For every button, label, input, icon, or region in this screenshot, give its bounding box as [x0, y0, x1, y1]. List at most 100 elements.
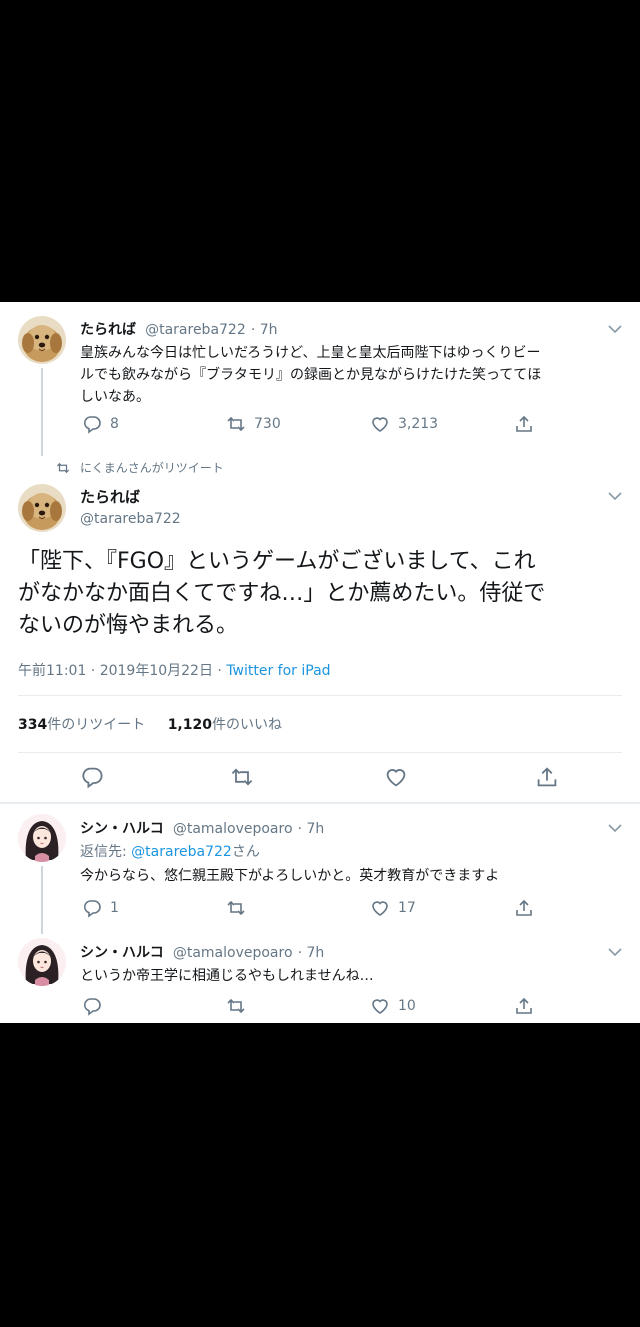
time-separator: · — [297, 821, 307, 837]
divider — [18, 752, 622, 753]
reply-icon — [83, 900, 101, 918]
heart-icon — [372, 417, 388, 432]
share-button[interactable] — [514, 996, 534, 1016]
author-handle[interactable]: @tamalovepoaro — [173, 821, 293, 837]
reply-button[interactable] — [82, 996, 110, 1016]
retweet-button[interactable]: 730 — [226, 414, 281, 434]
reply-button[interactable]: 1 — [82, 898, 119, 918]
reply-to-suffix: さん — [231, 844, 260, 860]
reply1-header: シン・ハルコ @tamalovepoaro · 7h — [80, 818, 324, 838]
tweet-metadata: 午前11:01 · 2019年10月22日 · Twitter for iPad — [18, 660, 331, 680]
author-name[interactable]: たられば — [80, 322, 136, 338]
tweet-text-line: 皇族みんな今日は忙しいだろうけど、上皇と皇太后両陛下はゆっくりビー — [80, 345, 541, 361]
reply2-header: シン・ハルコ @tamalovepoaro · 7h — [80, 942, 324, 962]
tweet-text-line: しいなあ。 — [80, 389, 150, 405]
share-icon — [516, 415, 532, 432]
dog-avatar-icon — [18, 316, 66, 364]
retweet-total: 334 — [18, 717, 48, 733]
tweet-time[interactable]: 7h — [307, 945, 325, 961]
retweet-stat-label: 件のリツイート — [47, 717, 146, 733]
like-total: 1,120 — [167, 717, 212, 733]
like-count: 17 — [398, 900, 416, 916]
retweet-stat[interactable]: 334件のリツイート — [18, 717, 145, 733]
reply1-text: 今からなら、悠仁親王殿下がよろしいかと。英才教育ができますよ — [80, 868, 500, 884]
retweet-button[interactable] — [226, 898, 254, 918]
dog-avatar-icon — [18, 484, 66, 532]
reply-button[interactable]: 8 — [82, 414, 119, 434]
tweet-text-line: ないのが悔やまれる。 — [18, 613, 239, 638]
chevron-down-icon[interactable] — [608, 324, 622, 334]
anime-girl-avatar-icon — [18, 814, 66, 862]
reply-icon — [82, 767, 103, 789]
author-name[interactable]: シン・ハルコ — [80, 945, 164, 961]
reply-icon — [83, 998, 101, 1016]
reply-to-line: 返信先: @tarareba722さん — [80, 841, 260, 861]
retweet-icon — [227, 416, 245, 432]
tweet-text-line: がなかなか面白くてですね…」とか薦めたい。侍従で — [18, 581, 546, 606]
avatar-dog[interactable] — [18, 484, 66, 532]
main-tweet-header: たられば @tarareba722 — [80, 486, 181, 527]
heart-icon — [372, 901, 388, 916]
chevron-down-icon[interactable] — [608, 491, 622, 501]
retweet-context-text[interactable]: にくまんさんがリツイート — [80, 459, 224, 476]
anime-girl-avatar-icon — [18, 938, 66, 986]
heart-icon — [372, 999, 388, 1014]
main-tweet-text: 「陛下、『FGO』というゲームがございまして、これ がなかなか面白くてですね…」… — [18, 546, 622, 642]
share-button[interactable] — [535, 765, 559, 789]
share-button[interactable] — [514, 414, 534, 434]
divider — [18, 695, 622, 696]
author-handle[interactable]: @tamalovepoaro — [173, 945, 293, 961]
share-button[interactable] — [514, 898, 534, 918]
reply-to-prefix: 返信先: — [80, 844, 132, 860]
retweet-small-icon — [56, 462, 70, 473]
reply-button[interactable] — [80, 765, 104, 789]
retweet-icon — [231, 768, 253, 786]
like-button[interactable] — [384, 765, 408, 789]
tweet1-header: たられば @tarareba722 · 7h — [80, 319, 278, 339]
share-icon — [516, 899, 532, 916]
like-count: 10 — [398, 998, 416, 1014]
heart-icon — [386, 769, 406, 787]
time-separator: · — [250, 322, 260, 338]
avatar-dog[interactable] — [18, 316, 66, 364]
like-stat-label: 件のいいね — [211, 717, 282, 733]
tweet-time[interactable]: 7h — [260, 322, 278, 338]
thread-line — [41, 368, 43, 456]
share-icon — [537, 767, 557, 787]
like-button[interactable]: 10 — [370, 996, 416, 1016]
author-handle[interactable]: @tarareba722 — [145, 322, 246, 338]
retweet-button[interactable] — [230, 765, 254, 789]
reply2-text: というか帝王学に相通じるやもしれませんね… — [80, 968, 374, 984]
share-icon — [516, 997, 532, 1014]
timestamp[interactable]: 午前11:01 · 2019年10月22日 · — [18, 663, 226, 679]
reply-count: 8 — [110, 416, 119, 432]
time-separator: · — [297, 945, 307, 961]
chevron-down-icon[interactable] — [608, 823, 622, 833]
chevron-down-icon[interactable] — [608, 947, 622, 957]
thread-line — [41, 866, 43, 934]
avatar-anime[interactable] — [18, 814, 66, 862]
reply-count: 1 — [110, 900, 119, 916]
tweet-thread-panel: たられば @tarareba722 · 7h 皇族みんな今日は忙しいだろうけど、… — [0, 302, 640, 1023]
reply-to-handle[interactable]: @tarareba722 — [131, 844, 232, 860]
like-button[interactable]: 3,213 — [370, 414, 438, 434]
author-name[interactable]: たられば — [80, 486, 181, 507]
tweet1-text: 皇族みんな今日は忙しいだろうけど、上皇と皇太后両陛下はゆっくりビー ルでも飲みな… — [80, 342, 610, 408]
tweet-time[interactable]: 7h — [307, 821, 325, 837]
retweet-context: にくまんさんがリツイート — [56, 459, 224, 476]
like-stat[interactable]: 1,120件のいいね — [168, 717, 282, 733]
tweet-text-line: ルでも飲みながら『ブラタモリ』の録画とか見ながらけたけた笑っててほ — [80, 367, 542, 383]
section-divider — [0, 802, 640, 804]
source-link[interactable]: Twitter for iPad — [226, 663, 330, 679]
author-name[interactable]: シン・ハルコ — [80, 821, 164, 837]
retweet-count: 730 — [254, 416, 281, 432]
reply-icon — [83, 416, 101, 434]
avatar-anime[interactable] — [18, 938, 66, 986]
retweet-icon — [227, 900, 245, 916]
like-count: 3,213 — [398, 416, 439, 432]
retweet-button[interactable] — [226, 996, 254, 1016]
author-handle[interactable]: @tarareba722 — [80, 511, 181, 527]
tweet-text-line: 「陛下、『FGO』というゲームがございまして、これ — [18, 549, 536, 574]
like-button[interactable]: 17 — [370, 898, 416, 918]
engagement-stats: 334件のリツイート 1,120件のいいね — [18, 714, 282, 734]
